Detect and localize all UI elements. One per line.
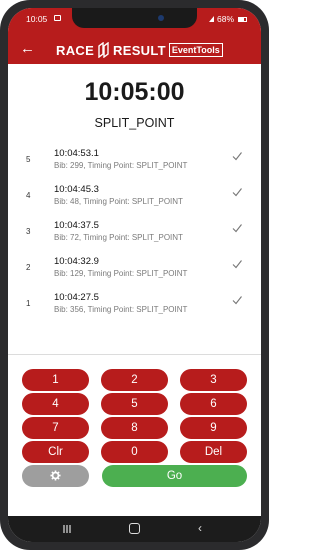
list-item[interactable]: 4 10:04:45.3 Bib: 48, Timing Point: SPLI…	[8, 174, 261, 210]
logo-text-result: RESULT	[113, 42, 166, 58]
clear-button[interactable]: Clr	[22, 441, 89, 463]
record-time: 10:04:45.3	[54, 184, 99, 195]
settings-button[interactable]	[22, 465, 89, 487]
back-icon[interactable]: ‹	[198, 522, 202, 534]
key-3[interactable]: 3	[180, 369, 247, 391]
record-number: 5	[26, 155, 31, 164]
current-time: 10:05:00	[84, 78, 185, 106]
record-time: 10:04:37.5	[54, 220, 99, 231]
key-8[interactable]: 8	[101, 417, 168, 439]
front-camera	[158, 15, 164, 21]
key-4[interactable]: 4	[22, 393, 89, 415]
android-nav-bar: ‹	[8, 516, 261, 542]
record-details: Bib: 356, Timing Point: SPLIT_POINT	[54, 305, 188, 314]
record-details: Bib: 129, Timing Point: SPLIT_POINT	[54, 269, 188, 278]
record-number: 4	[26, 191, 31, 200]
go-button[interactable]: Go	[102, 465, 247, 487]
list-item[interactable]: 5 10:04:53.1 Bib: 299, Timing Point: SPL…	[8, 138, 261, 174]
key-9[interactable]: 9	[180, 417, 247, 439]
home-icon[interactable]	[129, 523, 140, 534]
battery-level: 68%	[216, 14, 234, 24]
list-item[interactable]: 3 10:04:37.5 Bib: 72, Timing Point: SPLI…	[8, 210, 261, 246]
record-details: Bib: 72, Timing Point: SPLIT_POINT	[54, 233, 183, 242]
battery-icon	[238, 16, 247, 22]
logo-badge: EventTools	[168, 43, 223, 57]
list-item[interactable]: 1 10:04:27.5 Bib: 356, Timing Point: SPL…	[8, 282, 261, 318]
key-0[interactable]: 0	[101, 441, 168, 463]
key-7[interactable]: 7	[22, 417, 89, 439]
key-2[interactable]: 2	[101, 369, 168, 391]
record-time: 10:04:53.1	[54, 148, 99, 159]
back-button[interactable]: ←	[20, 41, 35, 56]
phone-frame: 10:05 68% ← RACE RESULT EventTools 10:05…	[0, 0, 269, 550]
check-icon	[232, 296, 242, 305]
key-5[interactable]: 5	[101, 393, 168, 415]
record-number: 1	[26, 299, 31, 308]
delete-button[interactable]: Del	[180, 441, 247, 463]
recents-icon[interactable]	[62, 524, 72, 534]
arrow-left-icon: ←	[20, 40, 35, 57]
gear-icon	[50, 470, 61, 482]
record-details: Bib: 299, Timing Point: SPLIT_POINT	[54, 161, 188, 170]
camera-notch	[72, 8, 197, 28]
app-screen: 10:05 68% ← RACE RESULT EventTools 10:05…	[8, 8, 261, 542]
key-6[interactable]: 6	[180, 393, 247, 415]
check-icon	[232, 260, 242, 269]
record-number: 3	[26, 227, 31, 236]
check-icon	[232, 152, 242, 161]
status-right: 68%	[208, 14, 247, 24]
split-point-name: SPLIT_POINT	[94, 116, 175, 130]
status-time: 10:05	[26, 14, 48, 24]
keypad-divider	[8, 354, 261, 355]
record-time: 10:04:32.9	[54, 256, 99, 267]
record-details: Bib: 48, Timing Point: SPLIT_POINT	[54, 197, 183, 206]
record-number: 2	[26, 263, 31, 272]
notification-icon	[54, 15, 61, 21]
list-item[interactable]: 2 10:04:32.9 Bib: 129, Timing Point: SPL…	[8, 246, 261, 282]
check-icon	[232, 224, 242, 233]
check-icon	[232, 188, 242, 197]
raceresult-logo: RACE RESULT EventTools	[56, 41, 223, 59]
record-time: 10:04:27.5	[54, 292, 99, 303]
logo-text-race: RACE	[56, 42, 95, 58]
timing-records-list: 5 10:04:53.1 Bib: 299, Timing Point: SPL…	[8, 138, 261, 318]
signal-icon	[208, 16, 214, 22]
key-1[interactable]: 1	[22, 369, 89, 391]
app-header: 10:05 68% ← RACE RESULT EventTools	[8, 8, 261, 64]
logo-mark-icon	[98, 42, 109, 58]
